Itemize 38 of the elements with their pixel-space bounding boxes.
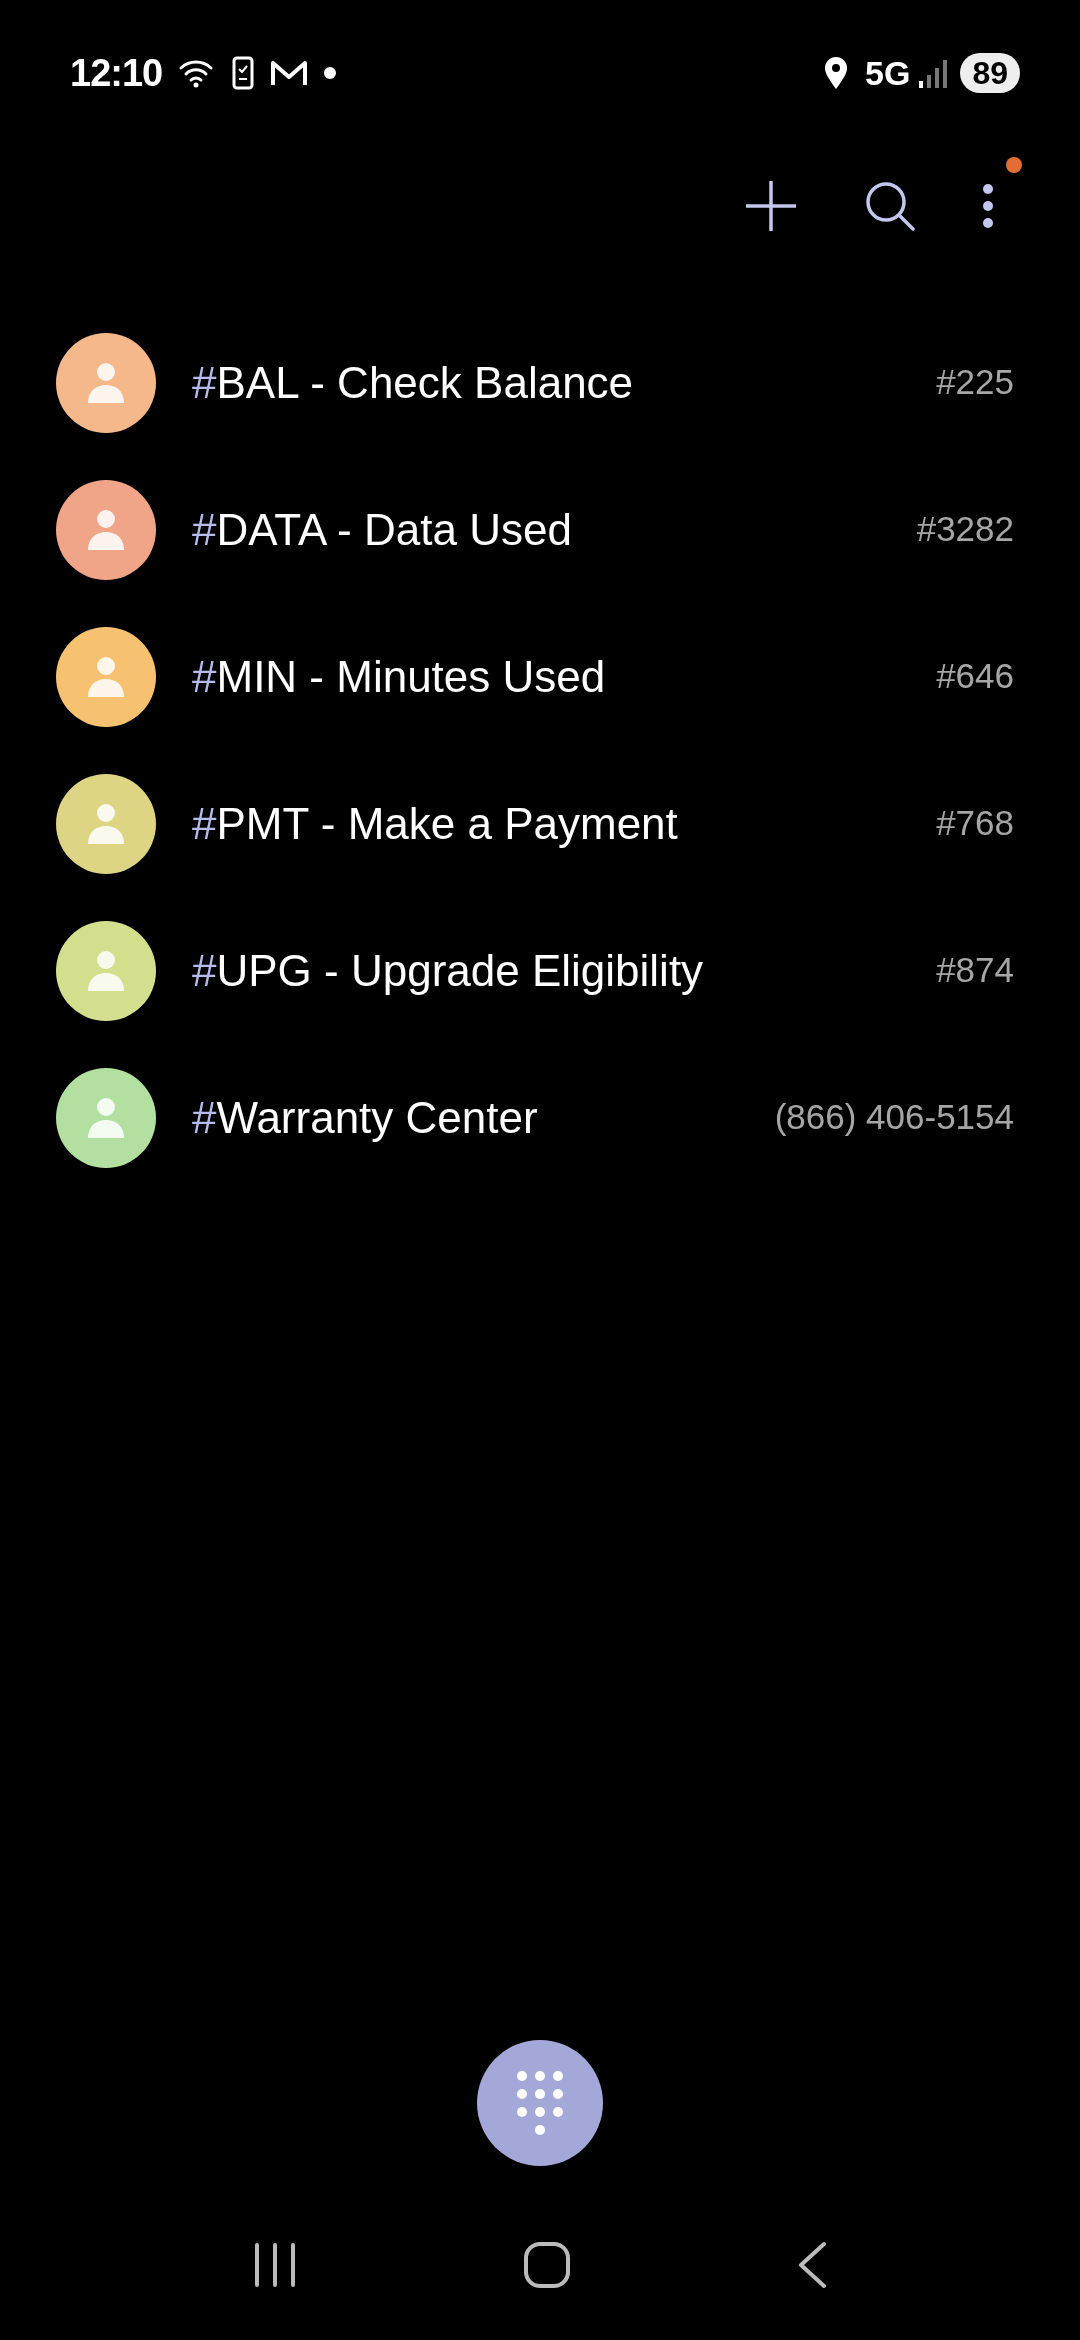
mail-icon	[270, 58, 309, 88]
contact-number: #874	[936, 949, 1014, 992]
search-icon	[864, 179, 916, 232]
person-icon	[86, 360, 126, 405]
network-type: 5G	[865, 52, 911, 94]
dialpad-icon	[516, 2070, 564, 2136]
contact-number: #3282	[916, 508, 1014, 551]
contact-number: #225	[936, 361, 1014, 404]
clock-time: 12:10	[70, 50, 163, 96]
back-button[interactable]	[797, 2241, 827, 2289]
home-icon	[523, 2241, 571, 2289]
person-icon	[86, 654, 126, 699]
plus-icon	[744, 178, 798, 233]
more-options-icon	[982, 182, 994, 229]
contact-number: #646	[936, 655, 1014, 698]
person-icon	[86, 801, 126, 846]
signal-icon	[918, 57, 949, 89]
back-icon	[797, 2241, 827, 2289]
contact-name[interactable]: #BAL - Check Balance	[192, 349, 937, 416]
contact-name[interactable]: #PMT - Make a Payment	[192, 790, 937, 857]
location-icon	[823, 56, 850, 90]
search-button[interactable]	[864, 179, 916, 232]
contact-name[interactable]: #Warranty Center	[192, 1084, 775, 1151]
notification-dot-icon	[324, 67, 337, 79]
recents-icon	[253, 2243, 297, 2287]
contact-name[interactable]: #MIN - Minutes Used	[192, 643, 937, 710]
contact-name[interactable]: #UPG - Upgrade Eligibility	[192, 937, 937, 1004]
recents-button[interactable]	[253, 2243, 297, 2287]
phone-check-icon	[232, 56, 255, 90]
contact-name[interactable]: #DATA - Data Used	[192, 496, 917, 563]
contact-number: #768	[936, 802, 1014, 845]
person-icon	[86, 1095, 126, 1140]
person-icon	[86, 507, 126, 552]
add-button[interactable]	[744, 178, 798, 233]
battery-level: 89	[960, 53, 1020, 93]
contact-number: (866) 406-5154	[774, 1096, 1014, 1139]
person-icon	[86, 948, 126, 993]
home-button[interactable]	[523, 2241, 571, 2289]
